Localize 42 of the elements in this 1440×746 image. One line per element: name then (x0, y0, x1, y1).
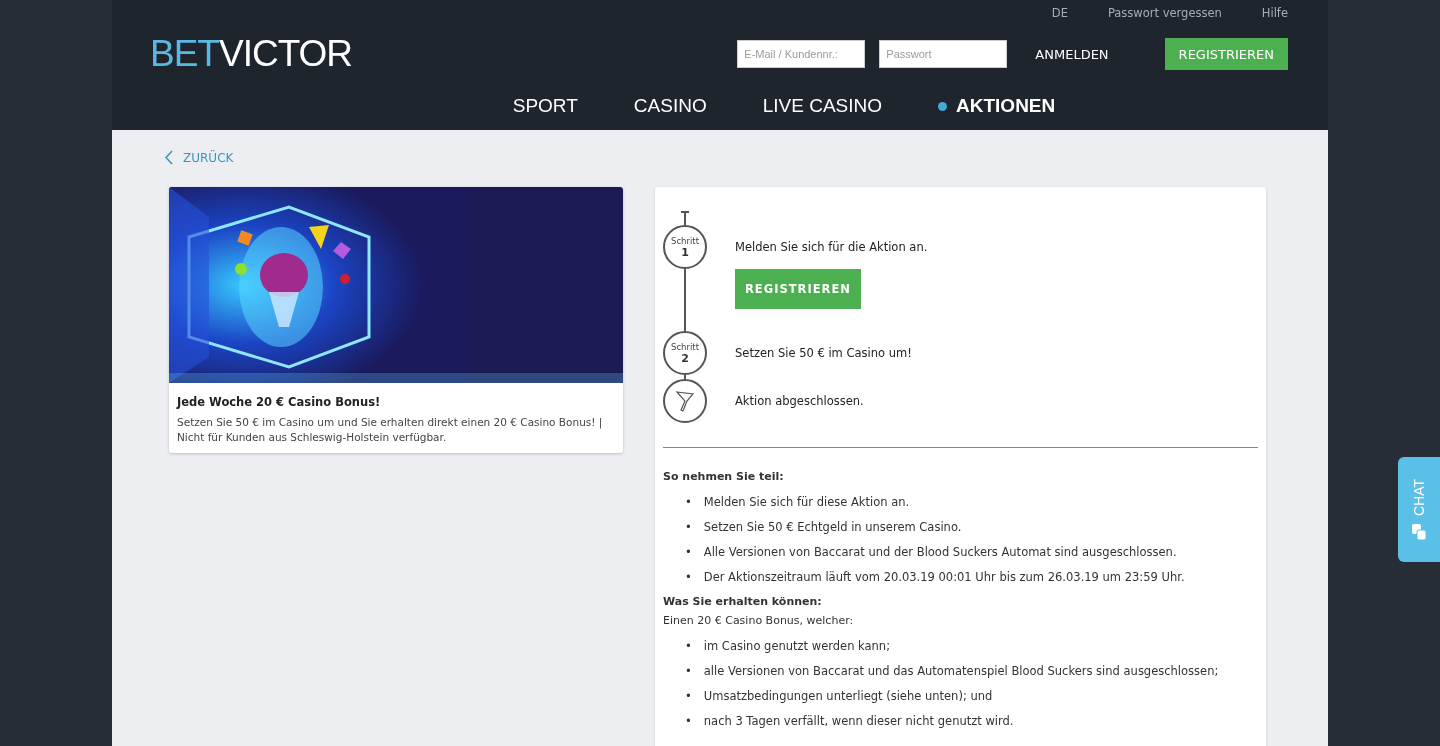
list-item: Der Aktionszeitraum läuft vom 20.03.19 00:01 Uhr bis zum 26.03.19 um 23:59 Uhr. (703, 570, 1185, 585)
step-circle: Schritt 1 (663, 225, 707, 269)
bullet: • (685, 520, 692, 535)
list-item: Umsatzbedingungen unterliegt (siehe unten); und (703, 689, 993, 704)
paragraph: Einen 20 € Casino Bonus, welcher: (663, 614, 855, 627)
password-field[interactable]: Passwort (879, 40, 1008, 68)
top-link[interactable]: Passwort vergessen (1107, 6, 1222, 20)
bullet: • (685, 570, 692, 585)
section-heading: So nehmen Sie teil: (663, 470, 785, 483)
list-item: Alle Versionen von Baccarat und der Blood Suckers Automat sind ausgeschlossen. (703, 545, 1177, 560)
bullet: • (685, 495, 692, 510)
step-text: Setzen Sie 50 € im Casino um! (735, 345, 913, 362)
list-item: alle Versionen von Baccarat und das Automatenspiel Blood Suckers sind ausgeschlossen; (703, 664, 1219, 679)
section-heading: Was Sie erhalten können: (663, 595, 823, 608)
chat-bubbles-icon (1412, 524, 1426, 541)
step-text: Aktion abgeschlossen. (735, 393, 865, 410)
list-item: Melden Sie sich für diese Aktion an. (703, 495, 910, 510)
list-item: nach 3 Tagen verfällt, wenn dieser nicht genutzt wird. (703, 714, 1014, 729)
logo[interactable]: BETVICTOR (150, 33, 353, 75)
top-link[interactable]: DE (1051, 6, 1068, 20)
bullet: • (685, 664, 692, 679)
list-item: Setzen Sie 50 € Echtgeld in unserem Casino. (703, 520, 962, 535)
nav-tab[interactable]: SPORT (512, 95, 578, 117)
email-field[interactable]: E-Mail / Kundennr.: (737, 40, 866, 68)
step-text: Melden Sie sich für die Aktion an. (735, 239, 929, 256)
bullet: • (685, 639, 692, 654)
promo-description: Setzen Sie 50 € im Casino um und Sie erhalten direkt einen 20 € Casino Bonus! | Nicht für Kunden aus Schleswig-Holstein verfügbar. (176, 415, 604, 445)
bullet: • (685, 545, 692, 560)
top-link[interactable]: Hilfe (1261, 6, 1288, 20)
flag-icon (675, 389, 695, 413)
bullet: • (685, 714, 692, 729)
nav-tab[interactable]: CASINO (633, 95, 707, 117)
login-button[interactable]: ANMELDEN (1029, 45, 1115, 63)
step-circle: Schritt 2 (663, 331, 707, 375)
nav-tab[interactable]: AKTIONEN (938, 95, 1056, 117)
chevron-left-icon (164, 150, 173, 165)
bullet: • (685, 689, 692, 704)
nav-tab[interactable]: LIVE CASINO (762, 95, 883, 117)
promo-title: Jede Woche 20 € Casino Bonus! (175, 394, 382, 411)
active-dot (938, 101, 948, 111)
timeline-cap-icon (680, 211, 690, 225)
list-item: im Casino genutzt werden kann; (703, 639, 891, 654)
